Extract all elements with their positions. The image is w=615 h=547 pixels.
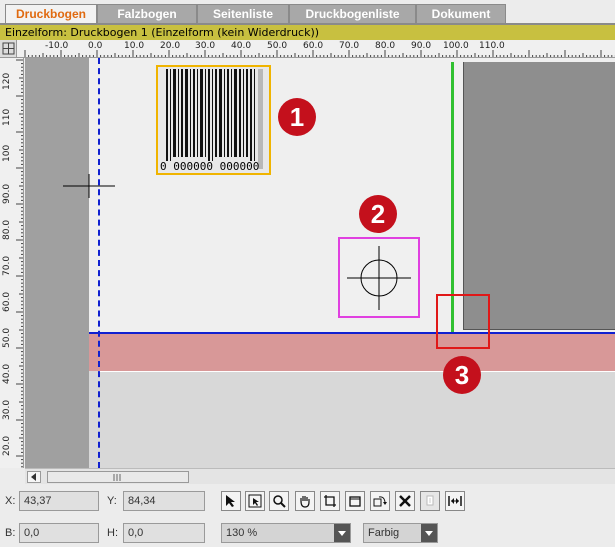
bucket-tool-button[interactable] <box>420 491 440 511</box>
hruler-label: 20.0 <box>160 41 181 51</box>
vruler-label: 70.0 <box>2 255 12 276</box>
rotate-tool-button[interactable] <box>370 491 390 511</box>
hruler-label: 10.0 <box>124 41 145 51</box>
arrow-left-icon <box>31 473 36 481</box>
sheet-left-margin <box>25 58 89 468</box>
rotate-icon <box>373 496 387 507</box>
sheet-canvas[interactable]: 0 000000 000000 1 2 3 <box>25 58 615 468</box>
sheet-lower-area <box>99 371 615 468</box>
b-field[interactable]: 0,0 <box>19 523 99 543</box>
y-field[interactable]: 84,34 <box>123 491 205 511</box>
tab-seitenliste[interactable]: Seitenliste <box>197 4 289 23</box>
pointer-icon <box>226 495 235 507</box>
horizontal-ruler: -10.0 0.0 10.0 20.0 30.0 40.0 50.0 60.0 … <box>17 40 615 58</box>
hruler-label: 30.0 <box>195 41 216 51</box>
hand-icon <box>300 496 310 508</box>
horizontal-scrollbar[interactable] <box>25 468 615 484</box>
vruler-label: 110 <box>2 108 12 126</box>
vruler-label: 80.0 <box>2 219 12 240</box>
color-mode-select-value: Farbig <box>368 527 400 539</box>
hruler-label: 90.0 <box>411 41 432 51</box>
hruler-label: 50.0 <box>267 41 288 51</box>
callout-3: 3 <box>443 356 481 394</box>
barcode-frame[interactable]: 0 000000 000000 <box>156 65 271 175</box>
delete-icon <box>399 495 411 507</box>
vertical-dashed-guide[interactable] <box>98 58 100 468</box>
b-label: B: <box>5 527 16 539</box>
hruler-label: -10.0 <box>45 41 69 51</box>
vruler-label: 60.0 <box>2 291 12 312</box>
tab-dokument[interactable]: Dokument <box>416 4 506 23</box>
hand-tool-button[interactable] <box>295 491 315 511</box>
x-field[interactable]: 43,37 <box>19 491 99 511</box>
distribute-tool-button[interactable] <box>445 491 465 511</box>
callout-2: 2 <box>359 195 397 233</box>
grip-icon <box>113 474 121 481</box>
tab-falzbogen[interactable]: Falzbogen <box>97 4 197 23</box>
hruler-label: 40.0 <box>231 41 252 51</box>
hruler-label: 70.0 <box>339 41 360 51</box>
x-label: X: <box>5 495 16 507</box>
chevron-down-icon <box>421 524 437 542</box>
crop-tool-button[interactable] <box>320 491 340 511</box>
vruler-label: 20.0 <box>2 435 12 456</box>
frame-tool-button[interactable] <box>345 491 365 511</box>
h-label: H: <box>107 527 118 539</box>
chevron-down-icon <box>334 524 350 542</box>
vruler-label: 30.0 <box>2 399 12 420</box>
bucket-icon <box>426 495 434 506</box>
registration-mark-frame[interactable] <box>338 237 420 318</box>
tab-druckbogenliste[interactable]: Druckbogenliste <box>289 4 416 23</box>
green-guide-line[interactable] <box>451 62 454 332</box>
frame-icon <box>349 496 361 507</box>
hruler-label: 0.0 <box>88 41 103 51</box>
scroll-left-button[interactable] <box>27 471 41 483</box>
vertical-ruler: 120 110 100 90.0 80.0 70.0 60.0 50.0 40.… <box>0 58 24 468</box>
zoom-select-value: 130 % <box>226 527 258 539</box>
barcode-number: 0 000000 000000 <box>160 160 260 173</box>
delete-tool-button[interactable] <box>395 491 415 511</box>
hruler-label: 60.0 <box>303 41 324 51</box>
info-bar: Einzelform: Druckbogen 1 (Einzelform (ke… <box>0 25 615 40</box>
hruler-label: 110.0 <box>479 41 505 51</box>
color-mode-select[interactable]: Farbig <box>363 523 438 543</box>
horizontal-guide-line[interactable] <box>89 332 615 334</box>
page-preview[interactable] <box>463 62 615 330</box>
ruler-corner-button[interactable] <box>0 40 17 58</box>
zoom-icon <box>273 495 286 508</box>
h-field[interactable]: 0,0 <box>123 523 205 543</box>
tab-druckbogen[interactable]: Druckbogen <box>5 4 97 23</box>
highlight-frame <box>436 294 490 349</box>
select-frame-tool-button[interactable] <box>245 491 265 511</box>
bleed-band <box>89 333 615 371</box>
pointer-tool-button[interactable] <box>221 491 241 511</box>
vruler-label: 120 <box>2 72 12 90</box>
registration-mark-icon <box>347 246 411 310</box>
vruler-label: 100 <box>2 144 12 162</box>
barcode-icon <box>166 69 263 169</box>
vruler-label: 40.0 <box>2 363 12 384</box>
crosshair-cursor-icon <box>63 174 115 198</box>
zoom-select[interactable]: 130 % <box>221 523 351 543</box>
scroll-thumb[interactable] <box>47 471 189 483</box>
zoom-tool-button[interactable] <box>269 491 289 511</box>
grid-icon <box>2 42 15 55</box>
vruler-label: 50.0 <box>2 327 12 348</box>
y-label: Y: <box>107 495 117 507</box>
hruler-label: 80.0 <box>375 41 396 51</box>
distribute-icon <box>448 496 462 506</box>
callout-1: 1 <box>278 98 316 136</box>
app-window: { "tabs": [ {"label": "Druckbogen", "act… <box>0 0 615 547</box>
select-frame-icon <box>248 494 262 508</box>
crop-icon <box>324 495 336 507</box>
hruler-label: 100.0 <box>443 41 469 51</box>
vruler-label: 90.0 <box>2 183 12 204</box>
